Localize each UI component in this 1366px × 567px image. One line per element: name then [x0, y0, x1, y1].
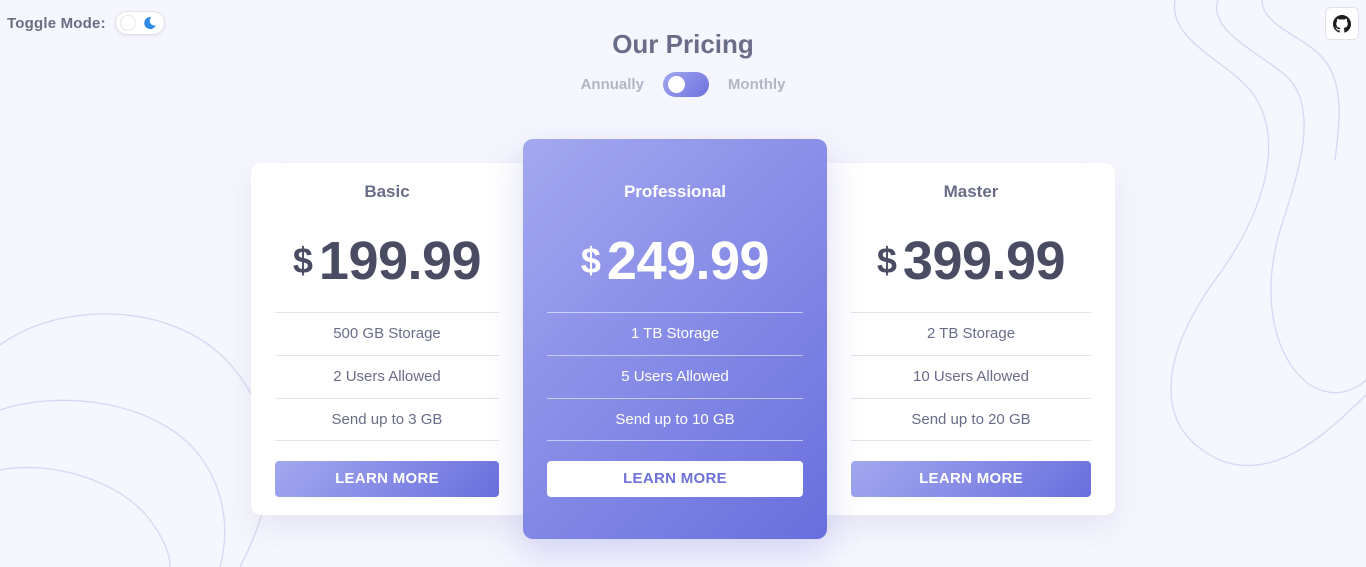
feature-item: 2 Users Allowed	[275, 355, 499, 398]
pricing-card-master: Master $ 399.99 2 TB Storage 10 Users Al…	[809, 163, 1115, 515]
feature-item: Send up to 3 GB	[275, 398, 499, 441]
billing-switch[interactable]	[662, 72, 709, 97]
plan-price: $ 199.99	[251, 230, 523, 292]
learn-more-button-professional[interactable]: LEARN MORE	[547, 461, 803, 497]
pricing-card-professional: Professional $ 249.99 1 TB Storage 5 Use…	[523, 139, 827, 539]
feature-item: Send up to 10 GB	[547, 398, 803, 441]
price-amount: 249.99	[606, 231, 770, 291]
plan-price: $ 249.99	[523, 230, 827, 292]
feature-list: 500 GB Storage 2 Users Allowed Send up t…	[275, 312, 499, 441]
learn-more-button-master[interactable]: LEARN MORE	[851, 461, 1091, 497]
price-amount: 399.99	[902, 231, 1066, 291]
feature-item: 1 TB Storage	[547, 312, 803, 355]
currency-symbol: $	[580, 240, 601, 281]
learn-more-button-basic[interactable]: LEARN MORE	[275, 461, 499, 497]
billing-annually-label[interactable]: Annually	[581, 76, 644, 93]
billing-monthly-label[interactable]: Monthly	[728, 76, 786, 93]
billing-toggle: Annually Monthly	[0, 72, 1366, 97]
feature-item: 500 GB Storage	[275, 312, 499, 355]
feature-item: 10 Users Allowed	[851, 355, 1091, 398]
pricing-card-basic: Basic $ 199.99 500 GB Storage 2 Users Al…	[251, 163, 541, 515]
feature-item: 5 Users Allowed	[547, 355, 803, 398]
feature-item: Send up to 20 GB	[851, 398, 1091, 441]
plan-price: $ 399.99	[827, 230, 1115, 292]
feature-list: 2 TB Storage 10 Users Allowed Send up to…	[851, 312, 1091, 441]
feature-item: 2 TB Storage	[851, 312, 1091, 355]
currency-symbol: $	[292, 240, 313, 281]
page-title: Our Pricing	[612, 29, 754, 59]
pricing-page: Toggle Mode: Our Pricing Annually Monthl…	[0, 0, 1366, 567]
feature-list: 1 TB Storage 5 Users Allowed Send up to …	[547, 312, 803, 441]
currency-symbol: $	[876, 240, 897, 281]
plan-name: Professional	[623, 182, 727, 201]
price-amount: 199.99	[318, 231, 482, 291]
plan-name: Basic	[364, 182, 410, 201]
billing-switch-knob	[667, 76, 685, 93]
plan-name: Master	[943, 182, 999, 201]
